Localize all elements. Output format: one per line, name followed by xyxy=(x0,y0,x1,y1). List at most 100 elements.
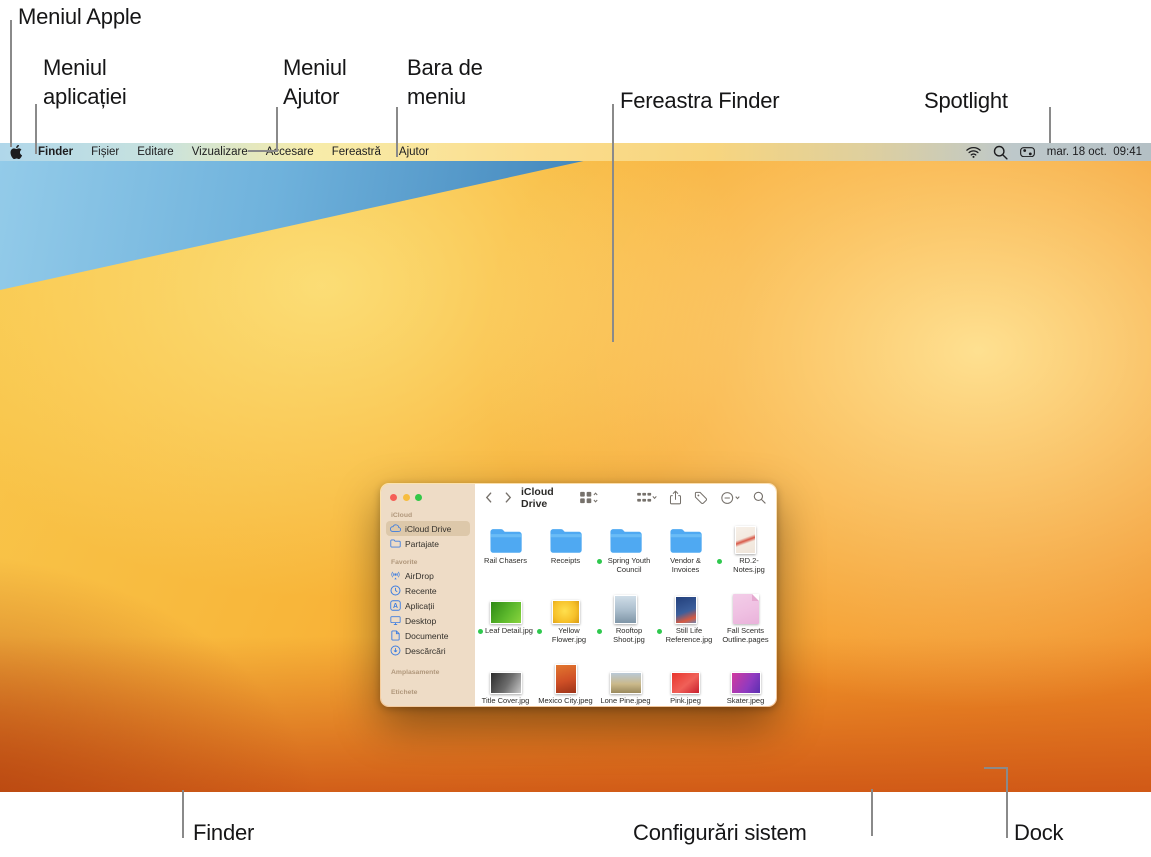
file-label: Mexico City.jpeg xyxy=(538,696,593,705)
zoom-button[interactable] xyxy=(415,494,422,501)
group-by-icon[interactable] xyxy=(636,491,657,504)
sidebar-section-etichete: Etichete xyxy=(391,689,418,696)
finder-toolbar: iCloud Drive xyxy=(475,484,776,511)
menu-item-fereastră[interactable]: Fereastră xyxy=(323,146,390,158)
file-label: Skater.jpeg xyxy=(726,696,765,705)
file-label: Yellow Flower.jpg xyxy=(536,626,595,644)
search-icon[interactable] xyxy=(753,491,766,504)
file-item-lone-pine-jpeg[interactable]: Lone Pine.jpeg xyxy=(596,654,656,706)
sidebar-item-label: Recente xyxy=(405,585,437,596)
menu-item-vizualizare[interactable]: Vizualizare xyxy=(183,146,257,158)
sidebar-item-label: Desktop xyxy=(405,615,437,626)
callout-dock: Dock xyxy=(1014,820,1064,845)
sidebar-item-partajate[interactable]: Partajate xyxy=(386,536,470,551)
callout-finder-dock: Finder xyxy=(193,820,255,845)
file-thumbnail xyxy=(732,584,759,624)
menu-item-finder[interactable]: Finder xyxy=(31,146,82,158)
more-actions-icon[interactable] xyxy=(720,491,741,505)
file-label: Vendor & Invoices xyxy=(670,556,701,574)
callout-line-spotlight xyxy=(1049,107,1051,143)
file-item-vendor-invoices[interactable]: Vendor & Invoices xyxy=(656,514,716,584)
file-item-spring-youth-council[interactable]: Spring Youth Council xyxy=(596,514,656,584)
icloud-synced-dot xyxy=(596,628,602,634)
airdrop-icon xyxy=(390,570,401,581)
file-label: Fall Scents Outline.pages xyxy=(722,626,769,644)
menu-item-editare[interactable]: Editare xyxy=(128,146,182,158)
tag-icon[interactable] xyxy=(694,491,708,505)
sidebar-item-recente[interactable]: Recente xyxy=(386,583,470,598)
file-item-mexico-city-jpeg[interactable]: Mexico City.jpeg xyxy=(536,654,596,706)
spotlight-search-icon[interactable] xyxy=(993,145,1008,160)
file-item-yellow-flower-jpg[interactable]: Yellow Flower.jpg xyxy=(536,584,596,654)
apps-icon: A xyxy=(390,600,401,611)
back-icon[interactable] xyxy=(485,492,492,503)
file-grid: Rail Chasers Receipts Spring Youth Council… xyxy=(475,514,776,706)
callout-line-finder-window xyxy=(612,104,614,342)
callout-line-system-settings xyxy=(871,789,873,836)
file-item-pink-jpeg[interactable]: Pink.jpeg xyxy=(656,654,716,706)
file-item-rooftop-shoot-jpg[interactable]: Rooftop Shoot.jpg xyxy=(596,584,656,654)
sidebar-section-amplasamente: Amplasamente xyxy=(391,669,440,676)
file-item-skater-jpeg[interactable]: Skater.jpeg xyxy=(716,654,776,706)
menu-bar-items: Finder Fișier Editare Vizualizare Accesare Fe… xyxy=(31,146,438,158)
file-item-rd-2-notes-jpg[interactable]: RD.2-Notes.jpg xyxy=(716,514,776,584)
sidebar-item-aplicații[interactable]: A Aplicații xyxy=(386,598,470,613)
menu-bar-clock[interactable]: mar. 18 oct. 09:41 xyxy=(1047,146,1142,158)
minimize-button[interactable] xyxy=(402,494,410,501)
callout-line-dock-h xyxy=(984,767,1008,769)
menu-item-accesare[interactable]: Accesare xyxy=(257,146,323,158)
icloud-synced-dot xyxy=(536,628,542,634)
file-label: Rooftop Shoot.jpg xyxy=(596,626,655,644)
file-item-title-cover-jpg[interactable]: Title Cover.jpg xyxy=(476,654,536,706)
sidebar-item-label: Aplicații xyxy=(405,600,435,611)
file-item-still-life-reference-jpg[interactable]: Still Life Reference.jpg xyxy=(656,584,716,654)
wifi-icon[interactable] xyxy=(966,146,981,159)
file-label: Title Cover.jpg xyxy=(481,696,530,705)
sidebar-item-documente[interactable]: Documente xyxy=(386,628,470,643)
file-thumbnail xyxy=(730,654,761,694)
file-label: RD.2-Notes.jpg xyxy=(716,556,775,574)
download-icon xyxy=(390,645,401,656)
control-center-icon[interactable] xyxy=(1019,146,1035,159)
file-thumbnail xyxy=(614,584,637,624)
folder-icon xyxy=(609,514,643,554)
menu-item-fișier[interactable]: Fișier xyxy=(82,146,128,158)
icloud-synced-dot xyxy=(596,558,602,564)
file-item-fall-scents-outline-pages[interactable]: Fall Scents Outline.pages xyxy=(716,584,776,654)
icloud-synced-dot xyxy=(478,628,484,634)
close-button[interactable] xyxy=(390,494,397,501)
sidebar-item-desktop[interactable]: Desktop xyxy=(386,613,470,628)
clock-icon xyxy=(390,585,401,596)
file-label: Leaf Detail.jpg xyxy=(478,626,533,636)
svg-text:A: A xyxy=(393,603,398,610)
sidebar-item-label: Descărcări xyxy=(405,645,446,656)
file-item-leaf-detail-jpg[interactable]: Leaf Detail.jpg xyxy=(476,584,536,654)
forward-icon[interactable] xyxy=(505,492,512,503)
menu-bar: Finder Fișier Editare Vizualizare Accesare Fe… xyxy=(0,143,1151,161)
share-icon[interactable] xyxy=(669,490,682,505)
sidebar-item-icloud-drive[interactable]: iCloud Drive xyxy=(386,521,470,536)
file-thumbnail xyxy=(551,584,580,624)
shared-folder-icon xyxy=(390,538,401,549)
help-doc-figure: { "callouts": { "apple_menu": {"lines": … xyxy=(0,0,1151,857)
file-label: Lone Pine.jpeg xyxy=(600,696,651,705)
sidebar-item-label: Documente xyxy=(405,630,449,641)
sidebar-item-descărcări[interactable]: Descărcări xyxy=(386,643,470,658)
desktop-icon xyxy=(390,615,401,626)
callout-line-app-menu xyxy=(35,104,37,154)
callout-system-settings: Configurări sistem xyxy=(633,820,807,845)
sidebar-item-label: AirDrop xyxy=(405,570,434,581)
callout-line-help-menu-h xyxy=(248,150,278,152)
icloud-synced-dot xyxy=(656,628,662,634)
callout-finder-window: Fereastra Finder xyxy=(620,88,780,113)
finder-window: iCloud iCloud Drive Partajate Favorite AirDr… xyxy=(380,483,777,707)
file-thumbnail xyxy=(554,654,577,694)
callout-apple-menu: Meniul Apple xyxy=(18,4,142,29)
apple-menu-icon[interactable] xyxy=(9,145,23,159)
sidebar-item-airdrop[interactable]: AirDrop xyxy=(386,568,470,583)
file-item-receipts[interactable]: Receipts xyxy=(536,514,596,584)
view-grid-icon[interactable] xyxy=(579,491,598,504)
sidebar-section-icloud: iCloud xyxy=(391,512,413,519)
folder-icon xyxy=(489,514,523,554)
file-item-rail-chasers[interactable]: Rail Chasers xyxy=(476,514,536,584)
